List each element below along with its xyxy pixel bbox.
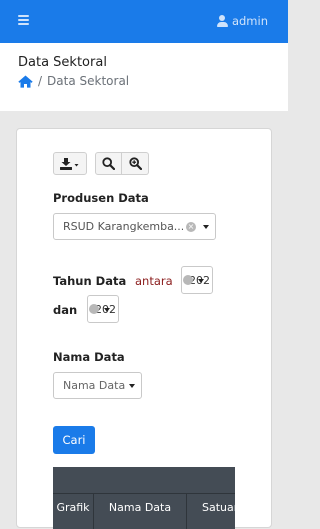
top-navbar: admin: [0, 0, 288, 43]
home-icon[interactable]: [18, 75, 33, 88]
produsen-select[interactable]: RSUD Karangkemba... ×: [53, 213, 216, 240]
data-table-header: Grafik Nama Data Satuan: [53, 467, 235, 529]
search-button[interactable]: [95, 152, 122, 175]
cari-button[interactable]: Cari: [53, 426, 95, 454]
hamburger-icon[interactable]: [18, 15, 29, 25]
zoom-in-button[interactable]: [122, 152, 149, 175]
user-icon: [216, 15, 228, 27]
chevron-down-icon: [104, 308, 110, 312]
nama-placeholder: Nama Data: [63, 379, 126, 392]
clear-icon[interactable]: ×: [186, 222, 196, 232]
download-icon: [60, 157, 79, 170]
breadcrumb-separator: /: [38, 74, 43, 88]
clear-icon[interactable]: [89, 304, 99, 314]
page-title: Data Sektoral: [18, 55, 107, 70]
antara-text: antara: [135, 274, 173, 288]
produsen-label: Produsen Data: [53, 191, 149, 205]
user-menu[interactable]: admin: [216, 14, 268, 28]
tahun-from-select[interactable]: 202: [181, 266, 213, 294]
chevron-down-icon: [129, 384, 135, 388]
chevron-down-icon: [203, 225, 209, 229]
produsen-value: RSUD Karangkemba...: [63, 220, 183, 233]
zoom-in-icon: [128, 157, 142, 170]
tahun-label: Tahun Data: [53, 274, 127, 288]
nama-select[interactable]: Nama Data: [53, 372, 142, 399]
table-header-row: Grafik Nama Data Satuan: [53, 493, 235, 529]
username: admin: [231, 14, 268, 28]
content-header: Data Sektoral / Data Sektoral: [0, 43, 288, 111]
tahun-to-select[interactable]: 202: [87, 295, 119, 323]
filter-card: Produsen Data RSUD Karangkemba... × Tahu…: [16, 128, 272, 529]
export-button[interactable]: [53, 152, 87, 175]
dan-label: dan: [53, 303, 78, 317]
breadcrumb: / Data Sektoral: [18, 74, 129, 88]
zoom-button-group: [95, 152, 149, 175]
nama-label: Nama Data: [53, 350, 125, 364]
breadcrumb-current: Data Sektoral: [47, 74, 130, 88]
search-icon: [102, 157, 115, 170]
chevron-down-icon: [198, 279, 204, 283]
clear-icon[interactable]: [183, 275, 193, 285]
